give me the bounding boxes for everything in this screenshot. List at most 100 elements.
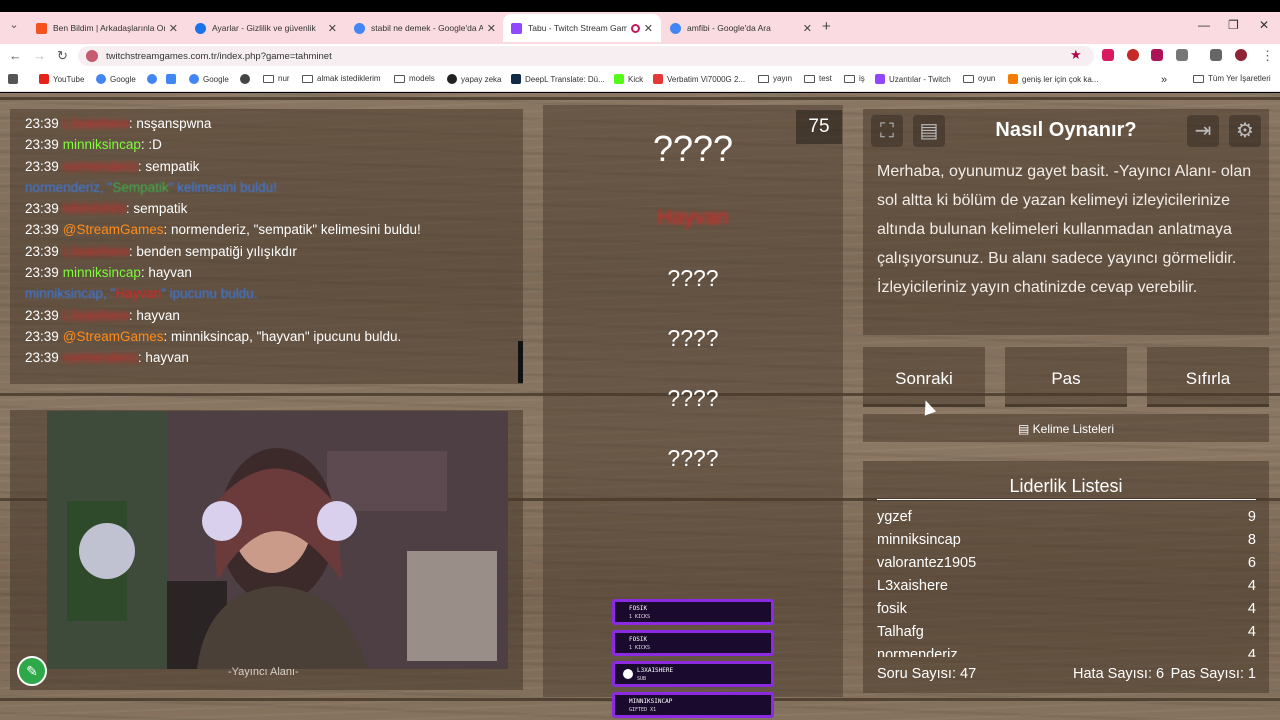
secret-word: ???? <box>652 128 734 169</box>
leaderboard-row: minniksincap 8 <box>877 532 1256 548</box>
extension-icon[interactable] <box>1151 49 1163 61</box>
browser-tab[interactable]: Ayarlar - Gizlilik ve güvenlik ✕ <box>187 14 345 42</box>
bookmark-label: Google <box>203 74 229 84</box>
reset-button[interactable]: Sıfırla <box>1147 347 1269 407</box>
extensions-puzzle-icon[interactable] <box>1176 49 1188 61</box>
tab-close-icon[interactable]: ✕ <box>169 22 178 35</box>
bookmark-kick[interactable]: Kick <box>614 74 643 84</box>
tab-search-icon[interactable]: ⌄ <box>6 18 22 34</box>
bookmark-translate[interactable] <box>166 74 180 84</box>
streamer-area-caption: -Yayıncı Alanı- <box>228 666 299 678</box>
profile-avatar[interactable] <box>1235 49 1247 61</box>
stream-alert: MINNIKSINCAP GIFTED X1 <box>612 692 774 718</box>
chat-scrollbar[interactable] <box>518 341 523 383</box>
webcam-image <box>47 411 508 669</box>
forward-arrow-icon[interactable]: → <box>33 48 46 63</box>
bookmark-folder[interactable]: yayın <box>758 74 792 83</box>
bookmark-folder[interactable]: models <box>394 74 435 83</box>
back-arrow-icon[interactable]: ← <box>9 48 22 63</box>
browser-tab[interactable]: amfibi - Google'da Ara ✕ <box>662 14 820 42</box>
tab-close-icon[interactable]: ✕ <box>803 22 812 35</box>
all-bookmarks[interactable]: Tüm Yer İşaretleri <box>1193 74 1271 83</box>
bookmark-label: Google <box>110 74 136 84</box>
bookmark-label: geniş ler için çok ka... <box>1022 74 1099 84</box>
youtube-icon <box>39 74 49 84</box>
screen-top-bar <box>0 0 1280 12</box>
bookmark-folder[interactable]: oyun <box>963 74 995 83</box>
bookmark-google-icon-only[interactable] <box>147 74 161 84</box>
tab-close-icon[interactable]: ✕ <box>328 22 337 35</box>
leaderboard-row: fosik 4 <box>877 601 1256 617</box>
bookmark-twitch[interactable]: Uzantılar - Twitch <box>875 74 951 84</box>
tab-favicon-icon <box>36 22 47 34</box>
more-bookmarks-chevron-icon[interactable]: » <box>1161 74 1167 86</box>
new-tab-button[interactable]: + <box>822 18 831 35</box>
folder-icon <box>758 74 769 83</box>
bookmark-label: Verbatim Vi7000G 2... <box>667 74 746 84</box>
bookmark-folder[interactable]: almak istediklerim <box>302 74 381 83</box>
bookmark-folder[interactable]: test <box>804 74 832 83</box>
clipboard-icon: ▤ <box>1017 422 1033 436</box>
browser-menu-icon[interactable]: ⋮ <box>1261 48 1274 64</box>
tab-title: Tabu - Twitch Stream Game <box>528 23 627 33</box>
kick-icon <box>614 74 624 84</box>
tab-close-icon[interactable]: ✕ <box>487 22 496 35</box>
globe-icon <box>240 74 250 84</box>
bookmark-google[interactable]: Google <box>96 74 136 84</box>
leaderboard-row: ygzef 9 <box>877 509 1256 525</box>
site-info-icon[interactable] <box>86 50 98 62</box>
google-icon <box>670 22 681 34</box>
bookmark-label: oyun <box>978 74 996 83</box>
pencil-edit-button[interactable]: ✎ <box>17 656 47 686</box>
restore-button[interactable]: ❐ <box>1228 18 1239 32</box>
extension-icon[interactable] <box>1102 49 1114 61</box>
folder-icon <box>302 74 313 83</box>
user-icon <box>623 669 633 679</box>
bookmark-youtube[interactable]: YouTube <box>39 74 84 84</box>
bookmark-label: YouTube <box>53 74 85 84</box>
bookmark-label: iş <box>859 74 865 83</box>
bookmark-folder[interactable]: iş <box>844 74 865 83</box>
recording-icon <box>630 23 640 33</box>
apps-grid-icon[interactable] <box>8 74 22 84</box>
translate-icon <box>166 74 176 84</box>
bookmark-google[interactable]: Google <box>189 74 229 84</box>
chat-panel: 23:39 L3xaishere: nsşanspwna 23:39 minniks… <box>10 109 523 384</box>
tab-title: amfibi - Google'da Ara <box>687 23 771 33</box>
deepl-icon <box>511 74 521 84</box>
url-input[interactable]: twitchstreamgames.com.tr/index.php?game=… <box>78 46 1094 66</box>
bookmark-yapay-zeka[interactable]: yapay zeka <box>447 74 501 84</box>
leaderboard-row: L3xaishere 4 <box>877 578 1256 594</box>
media-control-icon[interactable] <box>1210 49 1222 61</box>
google-icon <box>354 22 365 34</box>
url-text: twitchstreamgames.com.tr/index.php?game=… <box>106 50 332 62</box>
tab-close-icon[interactable]: ✕ <box>644 22 653 35</box>
browser-tab[interactable]: stabil ne demek - Google'da Ara ✕ <box>346 14 504 42</box>
openai-icon <box>447 74 457 84</box>
bookmark-star-icon[interactable]: ★ <box>1070 47 1082 63</box>
next-button[interactable]: Sonraki <box>863 347 985 407</box>
hidden-hint-word: ???? <box>667 385 719 411</box>
word-lists-button[interactable]: ▤ Kelime Listeleri <box>863 414 1269 442</box>
bookmark-deepl[interactable]: DeepL Translate: Dü... <box>511 74 605 84</box>
chat-line: 23:39 @StreamGames: minniksincap, "hayvan… <box>25 328 402 344</box>
twitch-icon <box>875 74 885 84</box>
pass-button[interactable]: Pas <box>1005 347 1127 407</box>
browser-tab[interactable]: Ben Bildim | Arkadaşlarınla Onli ✕ <box>28 14 186 42</box>
extension-icon[interactable] <box>1127 49 1139 61</box>
folder-icon <box>963 74 974 83</box>
minimize-button[interactable]: — <box>1198 18 1210 32</box>
bookmark-other[interactable]: geniş ler için çok ka... <box>1008 74 1098 84</box>
chat-line: 23:39 minniksincap: :D <box>25 137 162 153</box>
bookmark-folder[interactable]: nur <box>263 74 290 83</box>
reload-icon[interactable]: ↻ <box>57 48 68 64</box>
chat-line: 23:39 L3xaishere: hayvan <box>25 307 180 323</box>
webcam-feed <box>47 411 508 669</box>
folder-icon <box>394 74 405 83</box>
tab-title: stabil ne demek - Google'da Ara <box>371 23 483 33</box>
bookmark-verbatim[interactable]: Verbatim Vi7000G 2... <box>653 74 745 84</box>
bookmark-globe[interactable] <box>240 74 254 84</box>
close-window-button[interactable]: ✕ <box>1259 18 1269 32</box>
bookmark-label: Uzantılar - Twitch <box>889 74 951 84</box>
browser-tab-active[interactable]: Tabu - Twitch Stream Game ✕ <box>503 14 661 42</box>
